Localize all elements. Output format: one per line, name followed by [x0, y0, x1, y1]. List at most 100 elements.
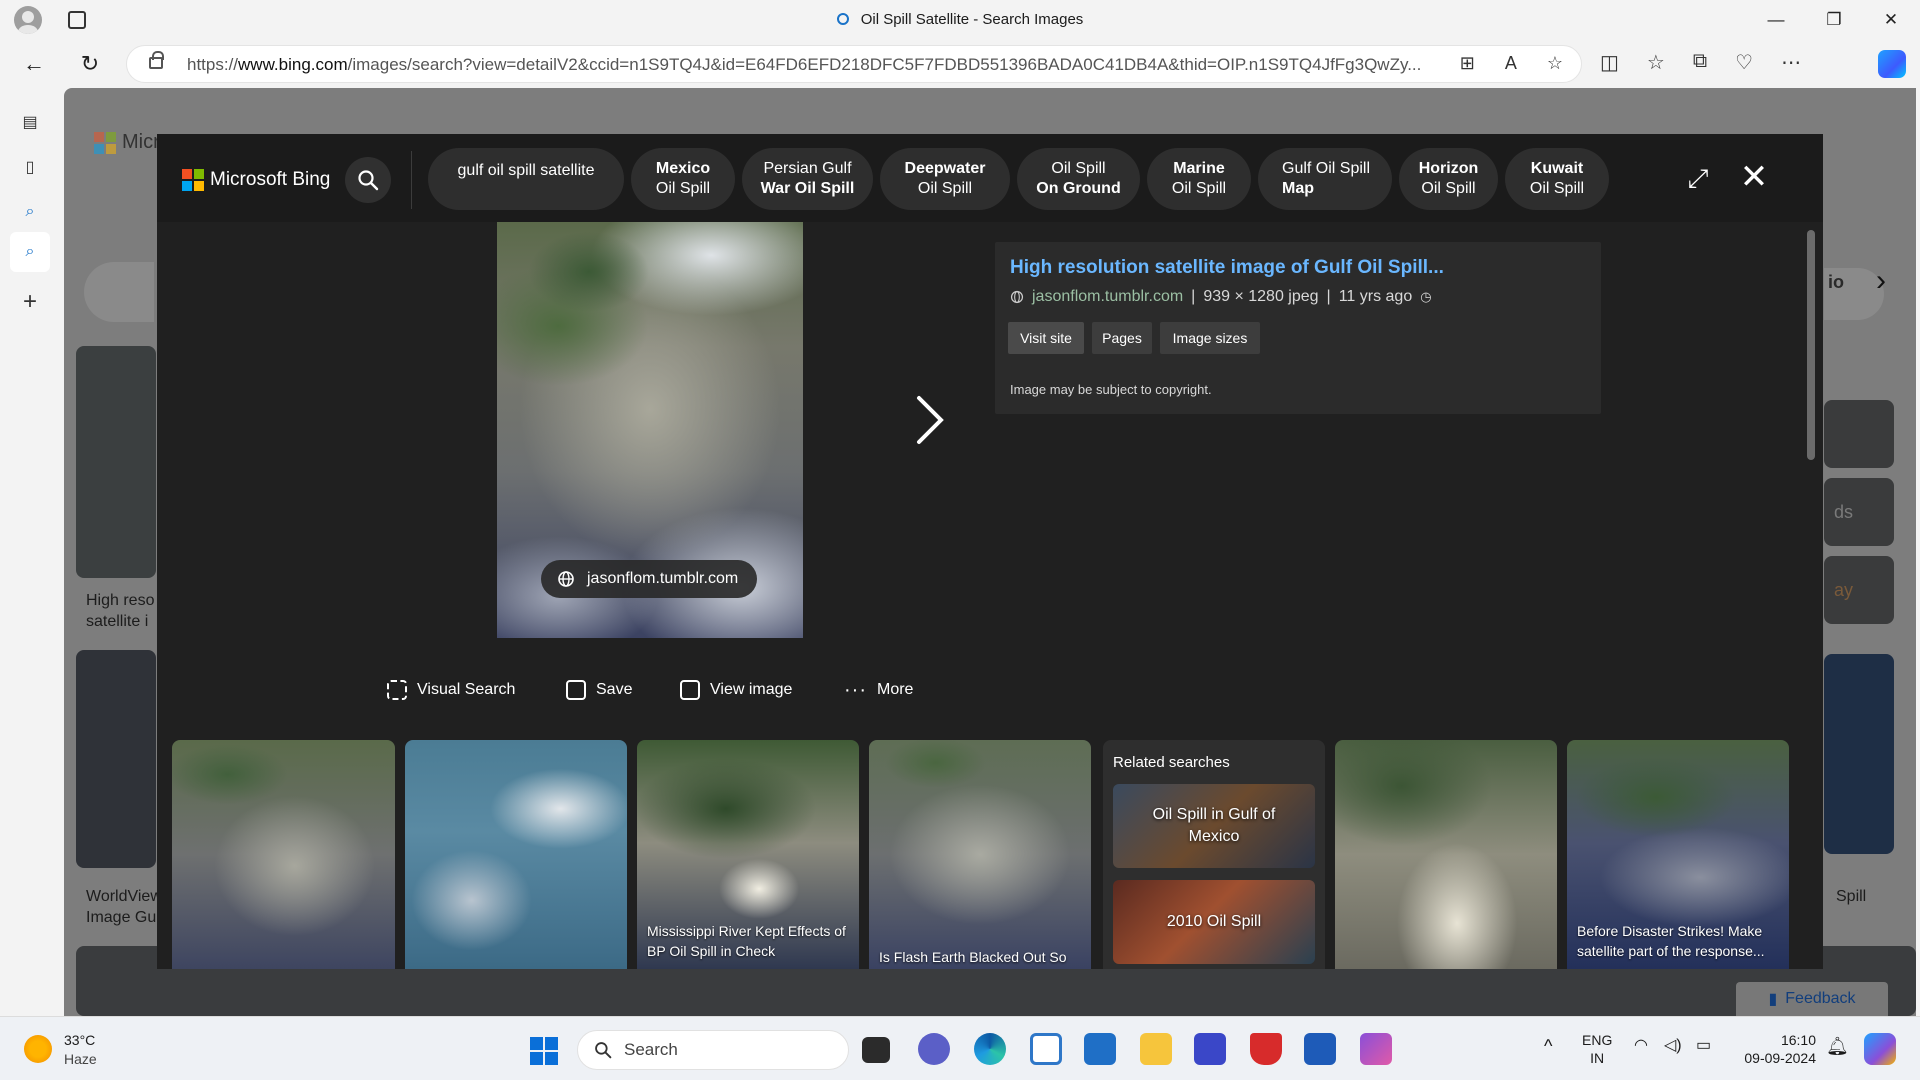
- task-view-icon[interactable]: [862, 1037, 890, 1063]
- chip-horizon-oil-spill[interactable]: Horizon Oil Spill: [1399, 148, 1498, 210]
- clock[interactable]: 16:10 09-09-2024: [1740, 1031, 1816, 1067]
- new-tab-plus-icon[interactable]: +: [16, 288, 44, 316]
- app-available-icon[interactable]: ⊞: [1460, 53, 1475, 74]
- copyright-notice: Image may be subject to copyright.: [1010, 382, 1212, 397]
- save-button[interactable]: Save: [566, 678, 632, 702]
- pages-button[interactable]: Pages: [1092, 322, 1152, 354]
- word-icon[interactable]: [1304, 1033, 1336, 1065]
- mcafee-icon[interactable]: [1250, 1033, 1282, 1065]
- browser-toolbar: ◫ ☆ ⧉ ♡ ⋯: [1600, 50, 1801, 75]
- math-app-icon[interactable]: [1194, 1033, 1226, 1065]
- bing-brand[interactable]: Microsoft Bing: [210, 169, 330, 191]
- view-image-button[interactable]: View image: [680, 678, 792, 702]
- image-title-link[interactable]: High resolution satellite image of Gulf …: [1010, 257, 1444, 279]
- bg-result-image[interactable]: [76, 346, 156, 578]
- chip-label: Oil Spill: [1051, 160, 1106, 177]
- microsoft-logo: [94, 132, 116, 154]
- address-bar[interactable]: https://www.bing.com/images/search?view=…: [126, 45, 1582, 83]
- chevron-right-icon[interactable]: ›: [1876, 266, 1886, 296]
- search-tab-icon[interactable]: ⌕: [16, 198, 44, 226]
- weather-sun-icon[interactable]: [24, 1035, 52, 1063]
- wifi-icon[interactable]: ◠: [1634, 1037, 1648, 1055]
- vertical-tabs-icon[interactable]: ▤: [16, 108, 44, 136]
- more-options-icon[interactable]: ⋯: [1781, 50, 1801, 75]
- more-button[interactable]: ··· More: [844, 678, 913, 702]
- related-image-6[interactable]: Before Disaster Strikes! Make satellite …: [1567, 740, 1789, 969]
- clipchamp-icon[interactable]: [1360, 1033, 1392, 1065]
- bg-chip[interactable]: [84, 262, 154, 322]
- weather-temperature[interactable]: 33°C: [64, 1032, 95, 1048]
- chip-marine-oil-spill[interactable]: Marine Oil Spill: [1147, 148, 1251, 210]
- bg-tile-text-2: ay: [1834, 580, 1854, 600]
- chip-gulf-oil-spill-satellite[interactable]: gulf oil spill satellite: [428, 148, 624, 210]
- language-indicator[interactable]: ENG IN: [1582, 1031, 1612, 1067]
- url-text[interactable]: https://www.bing.com/images/search?view=…: [187, 55, 1447, 75]
- search-button[interactable]: [345, 157, 391, 203]
- refresh-icon[interactable]: ↻: [72, 48, 108, 80]
- visit-site-button[interactable]: Visit site: [1008, 322, 1084, 354]
- related-search-oil-spill-gulf-of-mexico[interactable]: Oil Spill in Gulf of Mexico: [1113, 784, 1315, 868]
- next-image-chevron-icon[interactable]: [915, 394, 945, 459]
- window-title: Oil Spill Satellite - Search Images: [0, 11, 1920, 28]
- show-hidden-icons-chevron-icon[interactable]: ^: [1544, 1037, 1552, 1055]
- lock-icon[interactable]: [149, 51, 164, 69]
- related-search-2010-oil-spill[interactable]: 2010 Oil Spill: [1113, 880, 1315, 964]
- start-windows-icon[interactable]: [530, 1037, 558, 1065]
- back-icon[interactable]: ←: [16, 48, 52, 80]
- chip-kuwait-oil-spill[interactable]: Kuwait Oil Spill: [1505, 148, 1609, 210]
- minimize-button[interactable]: —: [1747, 0, 1805, 40]
- bg-tile[interactable]: [1824, 400, 1894, 468]
- read-aloud-icon[interactable]: A: [1505, 53, 1517, 74]
- close-overlay-icon[interactable]: ✕: [1737, 158, 1771, 196]
- teams-chat-icon[interactable]: [918, 1033, 950, 1065]
- tab-page-icon[interactable]: ▯: [16, 153, 44, 181]
- expand-icon[interactable]: ⤢: [1683, 163, 1713, 194]
- chip-oil-spill-on-ground[interactable]: Oil Spill On Ground: [1017, 148, 1140, 210]
- related-searches-card: Related searches Oil Spill in Gulf of Me…: [1103, 740, 1325, 969]
- file-explorer-icon[interactable]: [1140, 1033, 1172, 1065]
- vscode-icon[interactable]: [1030, 1033, 1062, 1065]
- volume-icon[interactable]: ◁): [1664, 1037, 1682, 1055]
- chip-mexico-oil-spill[interactable]: Mexico Oil Spill: [631, 148, 735, 210]
- active-search-tab-icon[interactable]: ⌕: [10, 232, 50, 272]
- action-label: More: [876, 681, 914, 698]
- edge-browser-icon[interactable]: [974, 1033, 1006, 1065]
- bg-result-image[interactable]: [76, 650, 156, 868]
- related-image-3[interactable]: Mississippi River Kept Effects of BP Oil…: [637, 740, 859, 969]
- related-image-caption: Mississippi River Kept Effects of BP Oil…: [647, 923, 846, 959]
- close-window-button[interactable]: ✕: [1862, 0, 1920, 40]
- browser-essentials-icon[interactable]: ♡: [1735, 50, 1753, 75]
- maximize-button[interactable]: ❐: [1805, 0, 1863, 40]
- image-sizes-button[interactable]: Image sizes: [1160, 322, 1260, 354]
- collections-icon[interactable]: ⧉: [1693, 50, 1707, 75]
- chip-label: Oil Spill: [1171, 180, 1227, 197]
- bg-tile[interactable]: [1824, 654, 1894, 854]
- chip-persian-gulf-war-oil-spill[interactable]: Persian Gulf War Oil Spill: [742, 148, 873, 210]
- feedback-label: Feedback: [1785, 990, 1856, 1007]
- image-source-domain[interactable]: jasonflom.tumblr.com: [1032, 288, 1183, 306]
- feedback-button[interactable]: ▮ Feedback: [1736, 982, 1888, 1016]
- action-label: Visual Search: [417, 681, 516, 698]
- chip-gulf-oil-spill-map[interactable]: Gulf Oil Spill Map: [1258, 148, 1392, 210]
- favorite-star-icon[interactable]: ☆: [1547, 53, 1563, 74]
- scrollbar[interactable]: [1807, 230, 1815, 460]
- copilot-icon[interactable]: [1878, 50, 1906, 78]
- taskbar-search[interactable]: Search: [577, 1030, 849, 1070]
- chip-deepwater-oil-spill[interactable]: Deepwater Oil Spill: [880, 148, 1010, 210]
- weather-description[interactable]: Haze: [64, 1051, 97, 1067]
- copilot-taskbar-icon[interactable]: [1864, 1033, 1896, 1065]
- visual-search-button[interactable]: Visual Search: [387, 678, 515, 702]
- related-image-5[interactable]: [1335, 740, 1557, 969]
- split-screen-icon[interactable]: ◫: [1600, 50, 1619, 75]
- favorites-icon[interactable]: ☆: [1647, 50, 1665, 75]
- microsoft-store-icon[interactable]: [1084, 1033, 1116, 1065]
- microsoft-logo[interactable]: [182, 169, 204, 191]
- image-source-text: jasonflom.tumblr.com: [587, 570, 739, 587]
- notification-bell-icon[interactable]: 🔔︎: [1826, 1037, 1849, 1055]
- image-info-panel: High resolution satellite image of Gulf …: [995, 242, 1601, 414]
- battery-icon[interactable]: ▭: [1696, 1037, 1711, 1055]
- related-image-1[interactable]: [172, 740, 395, 969]
- related-image-4[interactable]: Is Flash Earth Blacked Out So: [869, 740, 1091, 969]
- image-source-pill[interactable]: jasonflom.tumblr.com: [541, 560, 757, 598]
- related-image-2[interactable]: [405, 740, 627, 969]
